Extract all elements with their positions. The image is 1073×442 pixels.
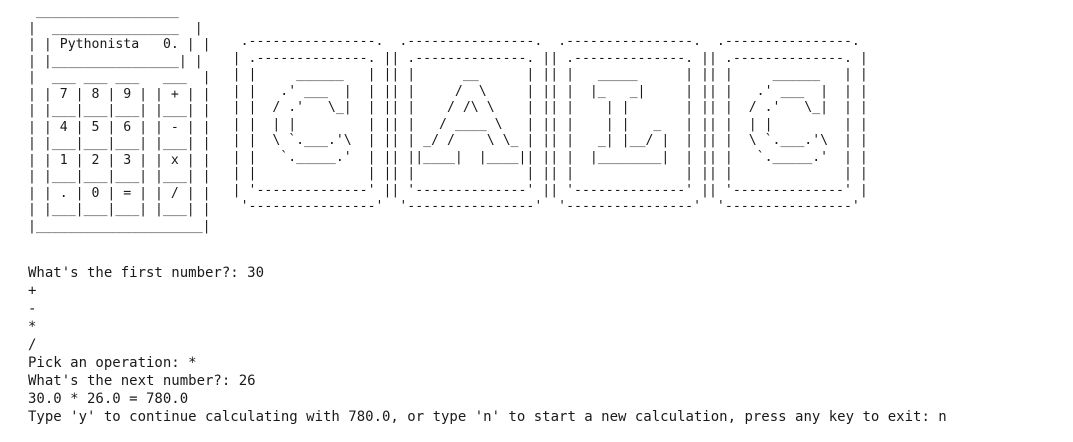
calculator-ascii-art: __________________ | ________________ | … — [28, 4, 211, 234]
terminal-window[interactable]: __________________ | ________________ | … — [0, 0, 1073, 442]
next-number-prompt: What's the next number?: 26 — [28, 373, 256, 389]
operation-option-plus: + — [28, 283, 37, 299]
operation-option-divide: / — [28, 337, 37, 353]
session-output: What's the first number?: 30 + - * / Pic… — [28, 264, 1073, 426]
continue-prompt[interactable]: Type 'y' to continue calculating with 78… — [28, 408, 1073, 426]
operation-option-minus: - — [28, 301, 37, 317]
calc-title-ascii-art: .----------------. .----------------. .-… — [232, 34, 868, 214]
first-number-prompt: What's the first number?: 30 — [28, 265, 265, 281]
calculation-result: 30.0 * 26.0 = 780.0 — [28, 391, 189, 407]
pick-operation-prompt: Pick an operation: * — [28, 355, 197, 371]
ascii-banner: __________________ | ________________ | … — [28, 4, 1073, 256]
operation-option-multiply: * — [28, 319, 37, 335]
